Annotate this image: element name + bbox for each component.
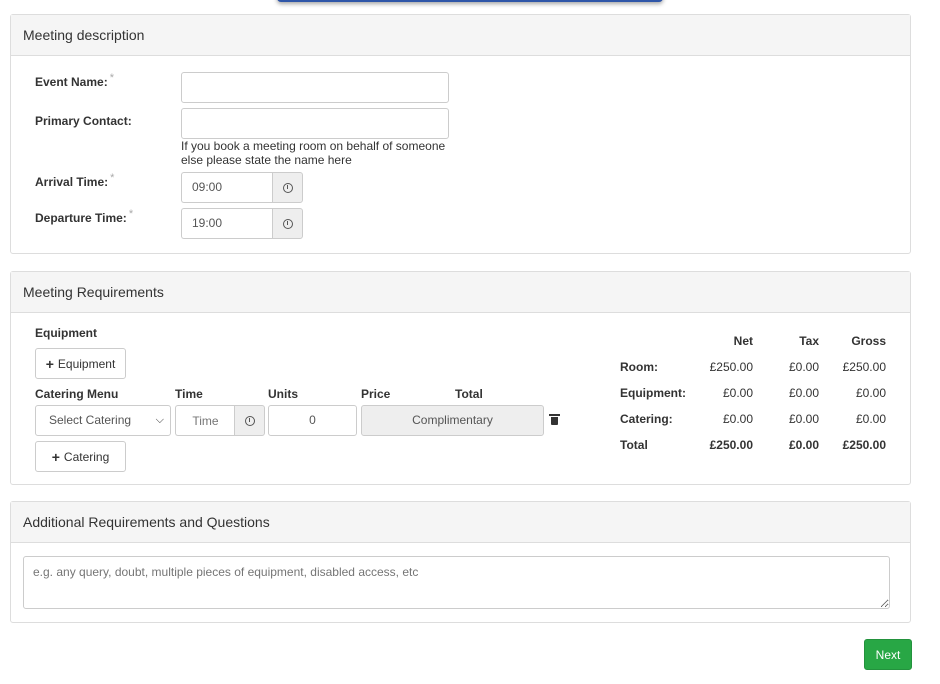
summary-row-gross: £0.00: [855, 412, 886, 426]
required-marker: *: [128, 208, 134, 220]
catering-clock-button[interactable]: [234, 405, 265, 436]
panel-heading: Additional Requirements and Questions: [11, 502, 910, 543]
add-equipment-label: Equipment: [57, 356, 116, 371]
arrival-clock-button[interactable]: [272, 172, 303, 203]
departure-time-label-text: Departure Time:: [35, 211, 127, 225]
summary-row-tax: £0.00: [788, 412, 819, 426]
summary-row-net: £0.00: [722, 386, 753, 400]
arrival-time-label: Arrival Time: *: [35, 172, 114, 189]
catering-time-input[interactable]: [175, 405, 235, 436]
equipment-label: Equipment: [35, 326, 97, 340]
time-header: Time: [175, 387, 203, 401]
summary-total-label: Total: [620, 438, 648, 452]
event-name-label-text: Event Name:: [35, 75, 108, 89]
clock-icon: [282, 182, 293, 193]
departure-clock-button[interactable]: [272, 208, 303, 239]
next-button[interactable]: Next: [864, 639, 912, 670]
required-marker: *: [110, 172, 115, 184]
additional-requirements-textarea[interactable]: [23, 556, 890, 609]
top-accent-bar: [277, 0, 663, 2]
plus-icon: +: [51, 448, 60, 465]
meeting-description-panel: Meeting description Event Name: * Primary…: [10, 14, 911, 254]
units-input[interactable]: 0: [268, 405, 357, 436]
summary-total-gross: £250.00: [842, 438, 886, 452]
catering-select[interactable]: Select Catering ⌵: [35, 405, 171, 436]
summary-row-label: Room:: [620, 360, 658, 374]
plus-icon: +: [45, 355, 54, 372]
summary-header-gross: Gross: [851, 334, 886, 348]
summary-row-gross: £250.00: [842, 360, 886, 374]
summary-header-tax: Tax: [799, 334, 819, 348]
event-name-label: Event Name: *: [35, 72, 114, 89]
meeting-requirements-panel: Meeting Requirements Equipment + Equipme…: [10, 271, 911, 485]
primary-contact-label: Primary Contact:: [35, 114, 132, 128]
arrival-time-input[interactable]: 09:00: [181, 172, 272, 203]
summary-row-label: Catering:: [620, 412, 673, 426]
price-header: Price: [361, 387, 391, 401]
departure-time-label: Departure Time: *: [35, 208, 133, 225]
panel-heading: Meeting Requirements: [11, 272, 910, 313]
required-marker: *: [109, 72, 114, 84]
catering-select-value: Select Catering: [49, 413, 132, 427]
summary-row-label: Equipment:: [620, 386, 686, 400]
summary-header-net: Net: [733, 334, 753, 348]
add-catering-label: Catering: [63, 449, 110, 464]
clock-icon: [244, 415, 255, 426]
event-name-input[interactable]: [181, 72, 449, 103]
primary-contact-input[interactable]: [181, 108, 449, 139]
total-header: Total: [455, 387, 483, 401]
catering-menu-header: Catering Menu: [35, 387, 119, 401]
add-equipment-button[interactable]: + Equipment: [35, 348, 126, 379]
departure-time-picker[interactable]: 19:00: [181, 208, 303, 239]
additional-requirements-panel: Additional Requirements and Questions: [10, 501, 911, 623]
summary-row-net: £250.00: [709, 360, 753, 374]
chevron-down-icon: ⌵: [155, 414, 164, 426]
summary-row-net: £0.00: [722, 412, 753, 426]
catering-time-picker[interactable]: [175, 405, 265, 436]
trash-icon[interactable]: [549, 414, 560, 425]
panel-heading: Meeting description: [11, 15, 910, 56]
arrival-time-label-text: Arrival Time:: [35, 175, 109, 189]
primary-contact-help: If you book a meeting room on behalf of …: [181, 139, 446, 167]
arrival-time-picker[interactable]: 09:00: [181, 172, 303, 203]
clock-icon: [282, 218, 293, 229]
units-header: Units: [268, 387, 298, 401]
summary-total-net: £250.00: [709, 438, 753, 452]
summary-row-tax: £0.00: [788, 386, 819, 400]
summary-row-gross: £0.00: [855, 386, 886, 400]
departure-time-input[interactable]: 19:00: [181, 208, 272, 239]
summary-row-tax: £0.00: [788, 360, 819, 374]
price-field: Complimentary: [361, 405, 544, 436]
summary-total-tax: £0.00: [788, 438, 819, 452]
add-catering-button[interactable]: + Catering: [35, 441, 126, 472]
